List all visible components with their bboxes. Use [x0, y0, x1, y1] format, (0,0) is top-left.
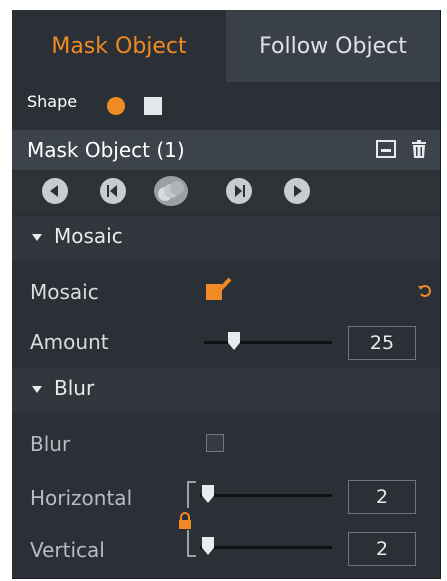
trash-icon[interactable] [409, 140, 429, 158]
horizontal-slider-thumb[interactable] [202, 485, 214, 503]
blur-section-label: Blur [54, 376, 95, 400]
next-frame-icon[interactable] [226, 178, 252, 204]
mosaic-section-header[interactable]: Mosaic [12, 216, 440, 260]
shape-label: Shape [27, 92, 78, 111]
vertical-input[interactable]: 2 [348, 532, 416, 566]
vertical-slider-track[interactable] [200, 546, 332, 549]
caret-down-icon [32, 234, 42, 241]
amount-input[interactable]: 25 [348, 326, 416, 360]
mask-panel: Mask Object Follow Object Shape Mask Obj… [12, 10, 441, 579]
square-shape-icon[interactable] [144, 97, 162, 115]
horizontal-input[interactable]: 2 [348, 480, 416, 514]
mask-object-header[interactable]: Mask Object (1) [12, 130, 440, 170]
mask-object-title: Mask Object (1) [27, 138, 185, 162]
blur-section-header[interactable]: Blur [12, 368, 440, 412]
tab-bar: Mask Object Follow Object [12, 10, 440, 82]
track-icon[interactable] [154, 176, 188, 206]
blur-label: Blur [30, 432, 71, 456]
tracking-nav [12, 172, 440, 212]
mosaic-checkbox[interactable] [204, 276, 234, 302]
caret-down-icon [32, 386, 42, 393]
tab-mask-object[interactable]: Mask Object [12, 10, 226, 82]
shape-row: Shape [12, 86, 440, 120]
horizontal-slider-track[interactable] [200, 494, 332, 497]
blur-checkbox[interactable] [206, 434, 224, 452]
mosaic-label: Mosaic [30, 280, 99, 304]
lock-icon[interactable] [178, 512, 192, 530]
amount-slider-track[interactable] [204, 341, 332, 344]
vertical-label: Vertical [30, 538, 105, 562]
mosaic-section-label: Mosaic [54, 224, 123, 248]
vertical-slider-thumb[interactable] [202, 537, 214, 555]
prev-frame-icon[interactable] [100, 178, 126, 204]
tab-follow-object[interactable]: Follow Object [226, 10, 440, 82]
circle-shape-icon[interactable] [107, 97, 125, 115]
amount-slider-thumb[interactable] [228, 332, 240, 350]
prev-icon[interactable] [42, 178, 68, 204]
amount-label: Amount [30, 330, 109, 354]
collapse-icon[interactable] [376, 140, 396, 158]
reset-icon[interactable] [418, 284, 432, 298]
next-icon[interactable] [284, 178, 310, 204]
horizontal-label: Horizontal [30, 486, 133, 510]
